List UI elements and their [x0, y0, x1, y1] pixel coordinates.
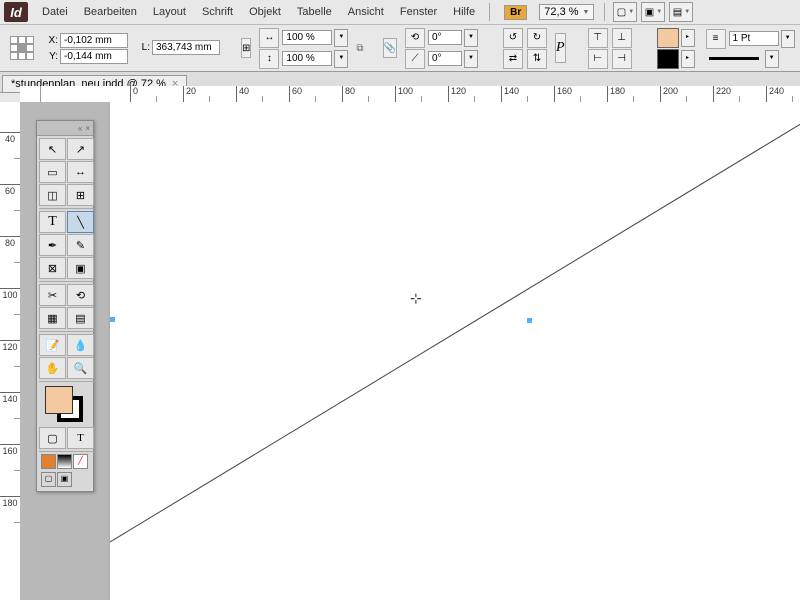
view-mode-row: ▢ ▣: [39, 472, 94, 489]
apply-gradient-icon[interactable]: [57, 454, 72, 469]
preview-view-icon[interactable]: ▣: [57, 472, 72, 487]
stroke-swatch[interactable]: [657, 49, 679, 69]
scale-y-input[interactable]: 100 %: [282, 51, 332, 66]
zoom-level-select[interactable]: 72,3 %: [539, 4, 594, 20]
pencil-tool[interactable]: ✎: [67, 234, 94, 256]
gradient-feather-tool[interactable]: ▤: [67, 307, 94, 329]
shear-input[interactable]: 0°: [428, 51, 462, 66]
close-icon[interactable]: ×: [85, 124, 90, 133]
stroke-weight-dropdown[interactable]: ▼: [781, 30, 795, 48]
collapse-icon[interactable]: «: [78, 124, 82, 133]
rotation-dropdown[interactable]: ▼: [464, 29, 478, 47]
rotate-cw-icon[interactable]: ↻: [527, 28, 547, 48]
page-tool[interactable]: ▭: [39, 161, 66, 183]
gap-tool[interactable]: ↔: [67, 161, 94, 183]
scale-y-dropdown[interactable]: ▼: [334, 50, 348, 68]
menu-window[interactable]: Fenster: [392, 3, 445, 21]
apply-color-icon[interactable]: [41, 454, 56, 469]
drawn-line[interactable]: [110, 102, 800, 600]
length-input[interactable]: 363,743 mm: [152, 40, 220, 55]
horizontal-ruler: 020406080100120140160180200220240: [20, 86, 800, 103]
rotate-ccw-icon[interactable]: ↺: [503, 28, 523, 48]
document-page[interactable]: [110, 102, 800, 600]
shear-dropdown[interactable]: ▼: [464, 50, 478, 68]
arrange-docs-icon[interactable]: ▣: [641, 2, 665, 22]
menu-edit[interactable]: Bearbeiten: [76, 3, 145, 21]
scale-x-icon: ↔: [259, 28, 279, 48]
content-placer-tool[interactable]: ⊞: [67, 184, 94, 206]
menu-help[interactable]: Hilfe: [445, 3, 483, 21]
flip-h-icon[interactable]: ⇄: [503, 49, 523, 69]
align-1-icon[interactable]: ⊤: [588, 28, 608, 48]
tools-panel-header[interactable]: «×: [37, 121, 93, 136]
content-collector-tool[interactable]: ◫: [39, 184, 66, 206]
separator: [604, 3, 605, 21]
scale-x-dropdown[interactable]: ▼: [334, 29, 348, 47]
selection-tool[interactable]: ↖: [39, 138, 66, 160]
rotation-input[interactable]: 0°: [428, 30, 462, 45]
apply-none-icon[interactable]: ╱: [73, 454, 88, 469]
pen-tool[interactable]: ✒: [39, 234, 66, 256]
scissors-tool[interactable]: ✂: [39, 284, 66, 306]
y-label: Y:: [46, 51, 58, 62]
length-label: L:: [138, 42, 150, 53]
direct-selection-tool[interactable]: ↗: [67, 138, 94, 160]
zoom-tool[interactable]: 🔍: [67, 357, 94, 379]
align-3-icon[interactable]: ⊢: [588, 49, 608, 69]
format-text-icon[interactable]: T: [67, 427, 94, 449]
format-container-icon[interactable]: ▢: [39, 427, 66, 449]
vertical-ruler: 406080100120140160180: [0, 102, 21, 600]
note-tool[interactable]: 📝: [39, 334, 66, 356]
gradient-swatch-tool[interactable]: ▦: [39, 307, 66, 329]
stroke-dropdown[interactable]: ▸: [681, 50, 695, 68]
stroke-style-dropdown[interactable]: ▼: [765, 50, 779, 68]
reference-point-grid[interactable]: [10, 36, 34, 60]
fill-dropdown[interactable]: ▸: [681, 29, 695, 47]
align-2-icon[interactable]: ⊥: [612, 28, 632, 48]
scale-y-icon: ↕: [259, 49, 279, 69]
menu-file[interactable]: Datei: [34, 3, 76, 21]
rectangle-tool[interactable]: ▣: [67, 257, 94, 279]
rotation-icon: ⟲: [405, 28, 425, 48]
line-tool[interactable]: ╲: [67, 211, 94, 233]
x-input[interactable]: -0,102 mm: [60, 33, 128, 48]
type-tool[interactable]: T: [39, 211, 66, 233]
eyedropper-tool[interactable]: 💧: [67, 334, 94, 356]
attach-icon[interactable]: 📎: [383, 38, 397, 58]
menu-layout[interactable]: Layout: [145, 3, 194, 21]
fill-color-swatch[interactable]: [45, 386, 73, 414]
color-apply-row: ╱: [39, 454, 94, 471]
fill-swatch[interactable]: [657, 28, 679, 48]
separator: [489, 3, 490, 21]
canvas-area[interactable]: [20, 102, 800, 600]
stroke-style-preview[interactable]: [709, 57, 759, 60]
app-logo-icon: Id: [4, 2, 28, 22]
y-input[interactable]: -0,144 mm: [60, 49, 128, 64]
control-bar: X:-0,102 mm Y:-0,144 mm L:363,743 mm ⊞ ↔…: [0, 25, 800, 72]
menu-table[interactable]: Tabelle: [289, 3, 340, 21]
constrain-proportions-icon[interactable]: ⧉: [356, 33, 363, 63]
bridge-icon[interactable]: Br: [504, 5, 527, 20]
x-label: X:: [46, 35, 58, 46]
free-transform-tool[interactable]: ⟲: [67, 284, 94, 306]
paragraph-style-icon[interactable]: P: [555, 33, 566, 63]
normal-view-icon[interactable]: ▢: [41, 472, 56, 487]
menu-object[interactable]: Objekt: [241, 3, 289, 21]
align-4-icon[interactable]: ⊣: [612, 49, 632, 69]
stroke-weight-icon: ≡: [706, 29, 726, 49]
menu-view[interactable]: Ansicht: [340, 3, 392, 21]
scale-x-input[interactable]: 100 %: [282, 30, 332, 45]
tools-panel: «× ↖ ↗ ▭ ↔ ◫ ⊞ T ╲ ✒ ✎ ⊠ ▣ ✂ ⟲ ▦ ▤ 📝 💧 ✋…: [36, 120, 94, 492]
rectangle-frame-tool[interactable]: ⊠: [39, 257, 66, 279]
stroke-weight-input[interactable]: 1 Pt: [729, 31, 779, 46]
flip-v-icon[interactable]: ⇅: [527, 49, 547, 69]
scale-icon[interactable]: ⊞: [241, 38, 251, 58]
screen-mode-icon[interactable]: ▢: [613, 2, 637, 22]
color-swatches[interactable]: [41, 386, 92, 424]
shear-icon: ⟋: [405, 49, 425, 69]
workspace-icon[interactable]: ▤: [669, 2, 693, 22]
hand-tool[interactable]: ✋: [39, 357, 66, 379]
menu-type[interactable]: Schrift: [194, 3, 241, 21]
menu-bar: Id Datei Bearbeiten Layout Schrift Objek…: [0, 0, 800, 25]
